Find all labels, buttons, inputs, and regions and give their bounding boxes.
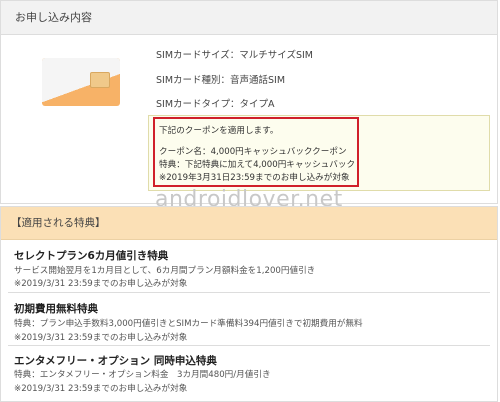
coupon-intro: 下記のクーポンを適用します。 [159,126,279,136]
sim-size-text: SIMカードサイズ：マルチサイズSIM [156,50,313,61]
benefit-title-2: 初期費用無料特典 [14,303,98,315]
sim-type-text: SIMカードタイプ：タイプA [156,99,275,110]
coupon-deadline: ※2019年3月31日23:59までのお申し込みが対象 [159,173,350,183]
benefit-desc-2: 特典：プラン申込手数料3,000円値引きとSIMカード準備料394円値引きで初期… [14,319,363,329]
sim-kind-text: SIMカード種別：音声通話SIM [156,75,286,86]
benefit-note-2: ※2019/3/31 23:59までのお申し込みが対象 [14,333,188,343]
benefit-title-3: エンタメフリー・オプション 同時申込特典 [14,355,217,367]
coupon-benefit: 特典：下記特典に加えて4,000円キャッシュバック [159,160,356,170]
divider [8,292,490,293]
benefit-desc-3: 特典：エンタメフリー・オプション料金 3カ月間480円/月値引き [14,370,271,380]
benefit-desc-1: サービス開始翌月を1カ月目として、6カ月間プラン月額料金を1,200円値引き [14,266,316,276]
benefit-note-1: ※2019/3/31 23:59までのお申し込みが対象 [14,279,188,289]
sim-chip-icon [90,72,110,88]
coupon-name: クーポン名：4,000円キャッシュバッククーポン [159,147,347,157]
benefits-header: 【適用される特典】 [1,207,497,240]
benefit-title-1: セレクトプラン6カ月値引き特典 [14,250,169,262]
divider [8,345,490,346]
benefit-note-3: ※2019/3/31 23:59までのお申し込みが対象 [14,384,188,394]
application-header: お申し込み内容 [1,1,497,35]
sim-card-image [42,58,120,106]
